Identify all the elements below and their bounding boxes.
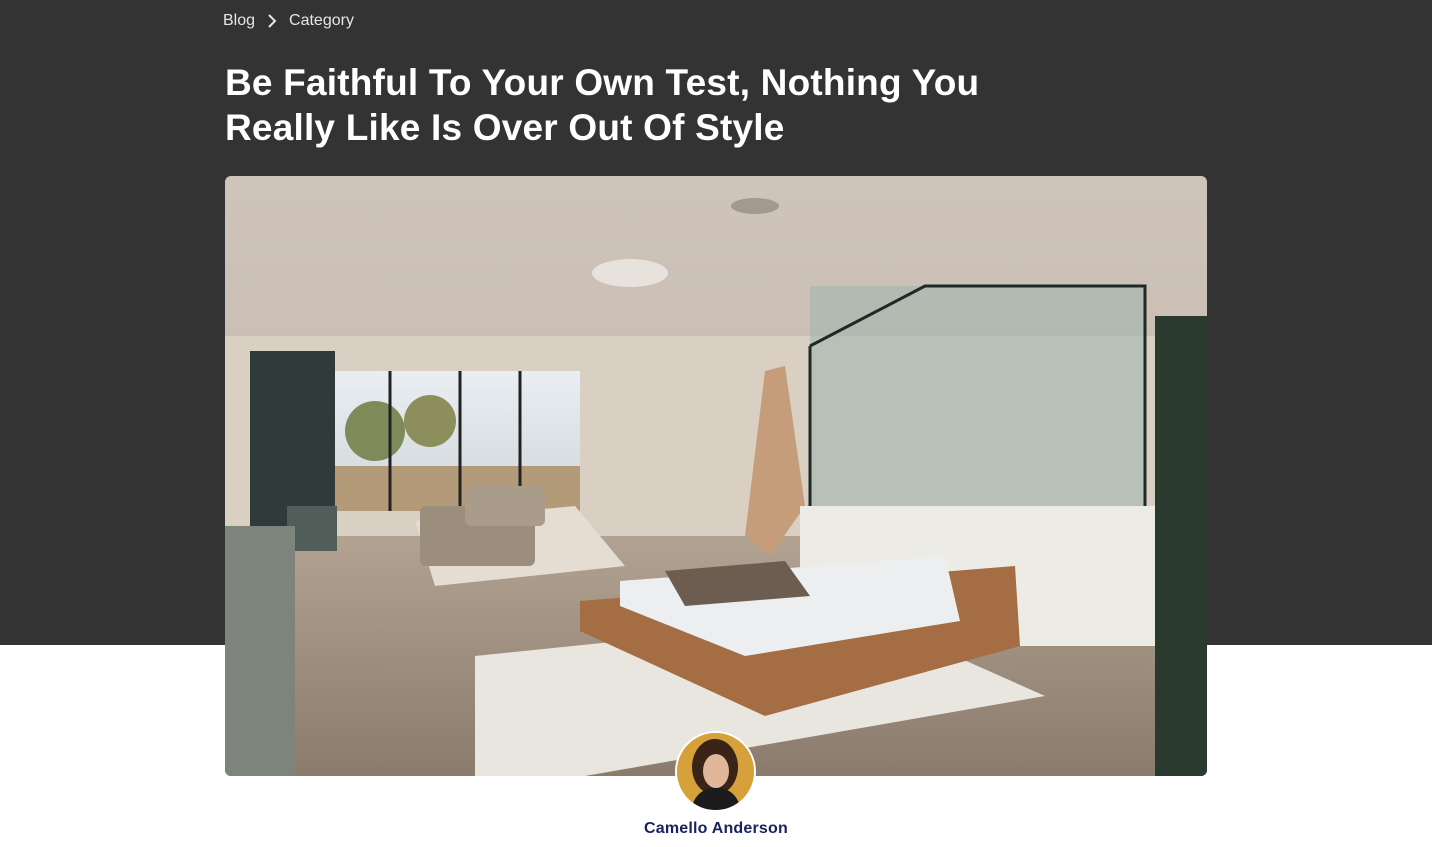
breadcrumb-category-link[interactable]: Category xyxy=(289,12,354,30)
breadcrumb-blog-link[interactable]: Blog xyxy=(223,12,255,30)
breadcrumb: Blog Category xyxy=(223,9,354,33)
chevron-right-icon xyxy=(265,14,279,28)
hero-image xyxy=(225,176,1207,776)
article-title: Be Faithful To Your Own Test, Nothing Yo… xyxy=(225,62,980,148)
author-name[interactable]: Camello Anderson xyxy=(0,820,1432,838)
author-avatar[interactable] xyxy=(675,731,756,812)
